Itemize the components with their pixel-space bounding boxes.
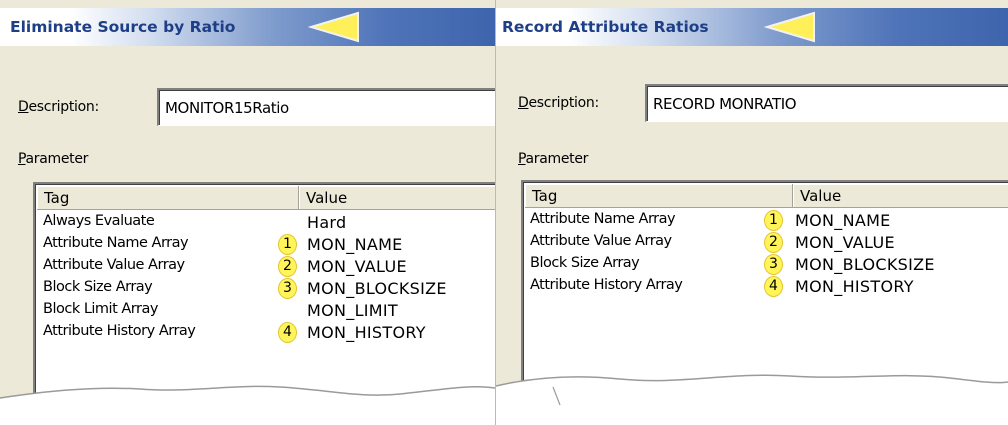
description-label: Description:: [18, 99, 99, 115]
value-cell: Hard: [307, 213, 347, 232]
description-input[interactable]: RECORD MONRATIO: [645, 84, 1008, 122]
column-header-value[interactable]: Value: [793, 184, 1008, 208]
column-header-tag[interactable]: Tag: [525, 184, 793, 208]
table-row[interactable]: Attribute History Array 4 MON_HISTORY: [523, 276, 1008, 298]
value-cell: MON_NAME: [307, 235, 403, 254]
column-header-tag[interactable]: Tag: [37, 186, 299, 210]
value-cell: MON_BLOCKSIZE: [307, 279, 447, 298]
value-cell: MON_VALUE: [307, 257, 407, 276]
tag-cell: Block Limit Array: [43, 301, 158, 317]
tag-cell: Attribute Value Array: [530, 233, 672, 249]
number-badge: 2: [278, 256, 297, 277]
tag-cell: Attribute History Array: [43, 323, 196, 339]
table-row[interactable]: Block Size Array 3 MON_BLOCKSIZE: [523, 254, 1008, 276]
value-cell: MON_LIMIT: [307, 301, 398, 320]
column-header-value[interactable]: Value: [299, 186, 495, 210]
table-row[interactable]: Block Limit Array MON_LIMIT: [35, 300, 495, 322]
left-arrow-icon: [764, 11, 815, 43]
tag-cell: Attribute Name Array: [530, 211, 676, 227]
number-badge: 1: [764, 210, 783, 231]
value-cell: MON_VALUE: [795, 233, 895, 252]
title-bar: Record Attribute Ratios: [496, 8, 1008, 46]
list-header: Tag Value: [525, 184, 1008, 208]
number-badge: 1: [278, 234, 297, 255]
panel-title: Record Attribute Ratios: [502, 18, 709, 36]
tag-cell: Block Size Array: [530, 255, 640, 271]
tag-cell: Block Size Array: [43, 279, 153, 295]
table-row[interactable]: Attribute Value Array 2 MON_VALUE: [35, 256, 495, 278]
eliminate-source-panel: Eliminate Source by Ratio Description: M…: [0, 0, 495, 425]
tag-cell: Attribute Name Array: [43, 235, 189, 251]
value-cell: MON_BLOCKSIZE: [795, 255, 935, 274]
table-row[interactable]: Block Size Array 3 MON_BLOCKSIZE: [35, 278, 495, 300]
record-attribute-ratios-panel: Record Attribute Ratios Description: REC…: [495, 0, 1008, 425]
list-header: Tag Value: [37, 186, 495, 210]
description-label: Description:: [518, 95, 599, 111]
number-badge: 2: [764, 232, 783, 253]
value-cell: MON_HISTORY: [307, 323, 426, 342]
table-row[interactable]: Attribute Value Array 2 MON_VALUE: [523, 232, 1008, 254]
number-badge: 4: [278, 322, 297, 343]
parameter-list[interactable]: Tag Value Attribute Name Array 1 MON_NAM…: [521, 180, 1008, 425]
number-badge: 3: [764, 254, 783, 275]
number-badge: 4: [764, 276, 783, 297]
tag-cell: Always Evaluate: [43, 213, 155, 229]
table-row[interactable]: Attribute History Array 4 MON_HISTORY: [35, 322, 495, 344]
parameter-label: Parameter: [518, 151, 589, 167]
table-row[interactable]: Attribute Name Array 1 MON_NAME: [35, 234, 495, 256]
parameter-list[interactable]: Tag Value Always Evaluate Hard Attribute…: [33, 182, 495, 425]
parameter-label: Parameter: [18, 151, 89, 167]
table-row[interactable]: Attribute Name Array 1 MON_NAME: [523, 210, 1008, 232]
number-badge: 3: [278, 278, 297, 299]
left-arrow-icon: [308, 11, 359, 43]
description-input[interactable]: MONITOR15Ratio: [157, 88, 495, 126]
title-bar: Eliminate Source by Ratio: [0, 8, 495, 46]
value-cell: MON_HISTORY: [795, 277, 914, 296]
tag-cell: Attribute History Array: [530, 277, 683, 293]
table-row[interactable]: Always Evaluate Hard: [35, 212, 495, 234]
panel-title: Eliminate Source by Ratio: [10, 18, 236, 36]
value-cell: MON_NAME: [795, 211, 891, 230]
tag-cell: Attribute Value Array: [43, 257, 185, 273]
